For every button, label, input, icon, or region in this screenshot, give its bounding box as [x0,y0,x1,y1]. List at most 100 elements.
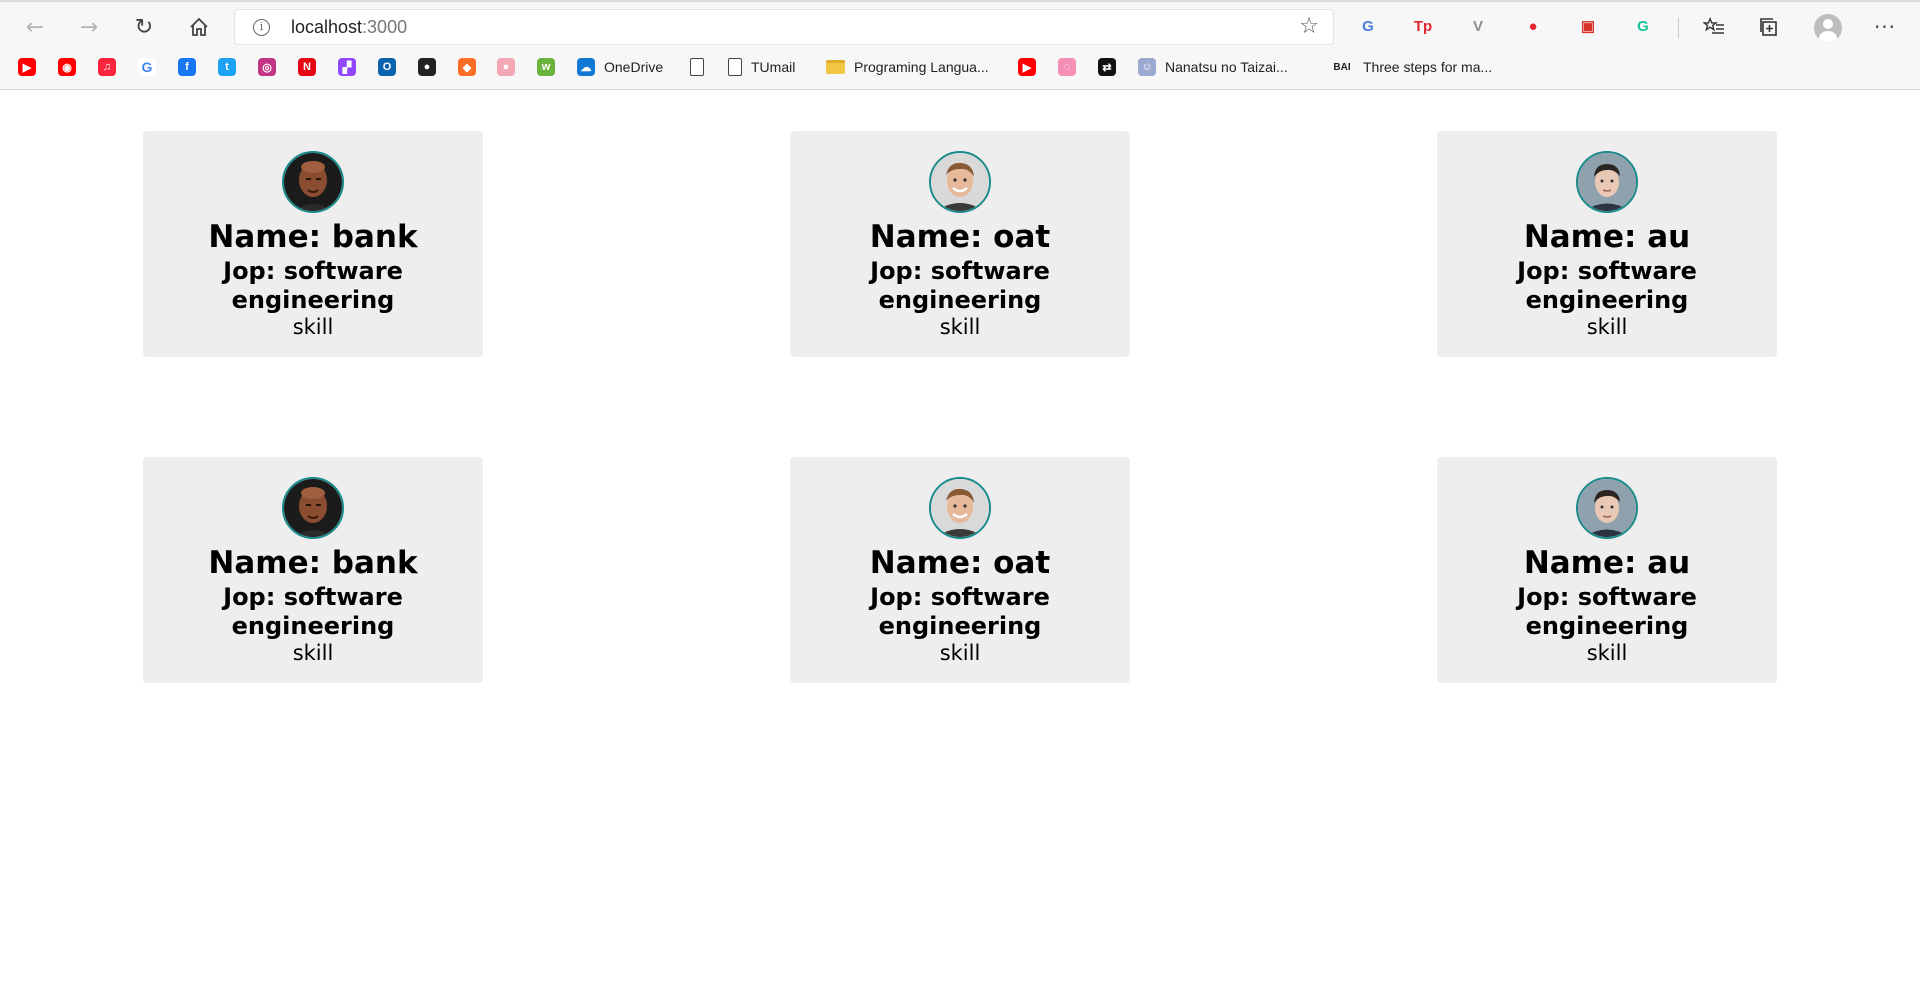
url-text[interactable]: localhost:3000 [291,17,407,38]
avatar [1576,151,1638,213]
avatar [929,477,991,539]
bookmark-apple-music[interactable]: ♫ [98,55,116,79]
profile-card: Name: oat Jop: software engineering skil… [790,131,1130,357]
bookmark-facebook[interactable]: f [178,55,196,79]
nanatsu-icon: ☺ [1138,58,1156,76]
bookmark-label: Programing Langua... [854,59,989,75]
card-job: Jop: software engineering [870,583,1050,640]
navigation-bar: ← → ↻ i localhost:3000 ☆ G Tp V ● ▣ G ··· [0,4,1920,48]
more-options-icon[interactable]: ··· [1868,10,1902,44]
browser-chrome: ← → ↻ i localhost:3000 ☆ G Tp V ● ▣ G ··· ▶ ◉ ♫… [0,0,1920,90]
favorites-list-icon[interactable] [1697,10,1731,44]
github-icon: ● [418,58,436,76]
bookmark-gitlab[interactable]: ◆ [458,55,476,79]
refresh-icon[interactable]: ↻ [127,10,161,44]
v-extension-icon[interactable]: V [1464,12,1492,40]
apple-music-icon: ♫ [98,58,116,76]
bookmark-label: OneDrive [604,59,664,75]
bookmark-label: TUmail [751,59,796,75]
card-name: Name: oat [869,545,1051,581]
profile-card: Name: au Jop: software engineering skill [1437,131,1777,357]
bookmark-google[interactable]: G [138,55,156,79]
card-skill: skill [939,641,981,665]
black-app-icon: ⇄ [1098,58,1116,76]
bookmark-instagram[interactable]: ◎ [258,55,276,79]
profile-avatar-icon[interactable] [1814,14,1842,42]
grammarly-icon[interactable]: G [1629,12,1657,40]
bookmark-green-app[interactable]: w [537,55,555,79]
bookmark-twitch[interactable]: ▞ [338,55,356,79]
card-job: Jop: software engineering [870,257,1050,314]
bookmark-outlook[interactable]: O [378,55,396,79]
opera-adblock-icon[interactable]: ● [1519,12,1547,40]
netflix-icon: N [298,58,316,76]
youtube-icon: ▶ [18,58,36,76]
card-job: Jop: software engineering [223,257,403,314]
profile-card: Name: bank Jop: software engineering ski… [143,457,483,683]
bookmark-netflix[interactable]: N [298,55,316,79]
facebook-icon: f [178,58,196,76]
bookmark-tumail[interactable]: TUmail [728,55,795,79]
card-name: Name: au [1523,545,1691,581]
profile-card: Name: oat Jop: software engineering skil… [790,457,1130,683]
home-icon[interactable] [182,10,216,44]
bookmarks-bar: ▶ ◉ ♫ Gf t ◎ N ▞ O ● ◆ ● w ☁ OneDrive TUmail Programing … [0,52,1920,82]
tumail-icon [728,58,742,76]
folder-icon [826,60,845,74]
avatar [282,151,344,213]
card-skill: skill [1586,315,1628,339]
bookmark-onedrive[interactable]: ☁ OneDrive [577,55,663,79]
profile-card: Name: bank Jop: software engineering ski… [143,131,483,357]
document-icon [690,58,704,76]
card-skill: skill [292,641,334,665]
card-skill: skill [1586,641,1628,665]
bookmark-youtube[interactable]: ▶ [18,55,36,79]
bookmark-black-app[interactable]: ⇄ [1098,55,1116,79]
youtube-music-icon: ◉ [58,58,76,76]
avatar [282,477,344,539]
favorite-star-icon[interactable]: ☆ [1299,14,1319,39]
collections-icon[interactable] [1752,10,1786,44]
card-name: Name: bank [208,219,418,255]
card-skill: skill [939,315,981,339]
pink-app-icon: ◌ [1058,58,1076,76]
page-content: Name: bank Jop: software engineering ski… [0,91,1920,990]
bookmark-twitter[interactable]: t [218,55,236,79]
bookmark-document[interactable] [690,55,713,79]
card-job: Jop: software engineering [1517,583,1697,640]
tp-extension-icon[interactable]: Tp [1409,12,1437,40]
red-extension-icon[interactable]: ▣ [1574,12,1602,40]
address-bar[interactable]: i localhost:3000 ☆ [234,9,1334,45]
bookmark-youtube[interactable]: ▶ [1018,55,1036,79]
bookmark-bai[interactable]: BAI Three steps for ma... [1330,55,1492,79]
bookmark-nanatsu[interactable]: ☺ Nanatsu no Taizai... [1138,55,1288,79]
google-icon: G [138,58,156,76]
card-name: Name: oat [869,219,1051,255]
card-name: Name: au [1523,219,1691,255]
gitlab-icon: ◆ [458,58,476,76]
bookmark-pig[interactable]: ● [497,55,515,79]
avatar [929,151,991,213]
site-info-icon[interactable]: i [253,19,270,36]
pig-icon: ● [497,58,515,76]
google-translate-icon[interactable]: G [1354,12,1382,40]
bookmark-label: Nanatsu no Taizai... [1165,59,1288,75]
onedrive-icon: ☁ [577,58,595,76]
twitter-icon: t [218,58,236,76]
youtube-icon-2: ▶ [1018,58,1036,76]
card-name: Name: bank [208,545,418,581]
bookmark-youtube-music[interactable]: ◉ [58,55,76,79]
card-job: Jop: software engineering [223,583,403,640]
bookmark-label: Three steps for ma... [1363,59,1493,75]
bookmark-folder[interactable]: Programing Langua... [826,55,989,79]
card-job: Jop: software engineering [1517,257,1697,314]
forward-arrow-icon[interactable]: → [72,10,106,44]
bookmark-pink-app[interactable]: ◌ [1058,55,1076,79]
tab-strip-edge [0,0,1920,2]
green-app-icon: w [537,58,555,76]
instagram-icon: ◎ [258,58,276,76]
profile-card: Name: au Jop: software engineering skill [1437,457,1777,683]
bookmark-github[interactable]: ● [418,55,436,79]
card-skill: skill [292,315,334,339]
back-arrow-icon[interactable]: ← [18,10,52,44]
